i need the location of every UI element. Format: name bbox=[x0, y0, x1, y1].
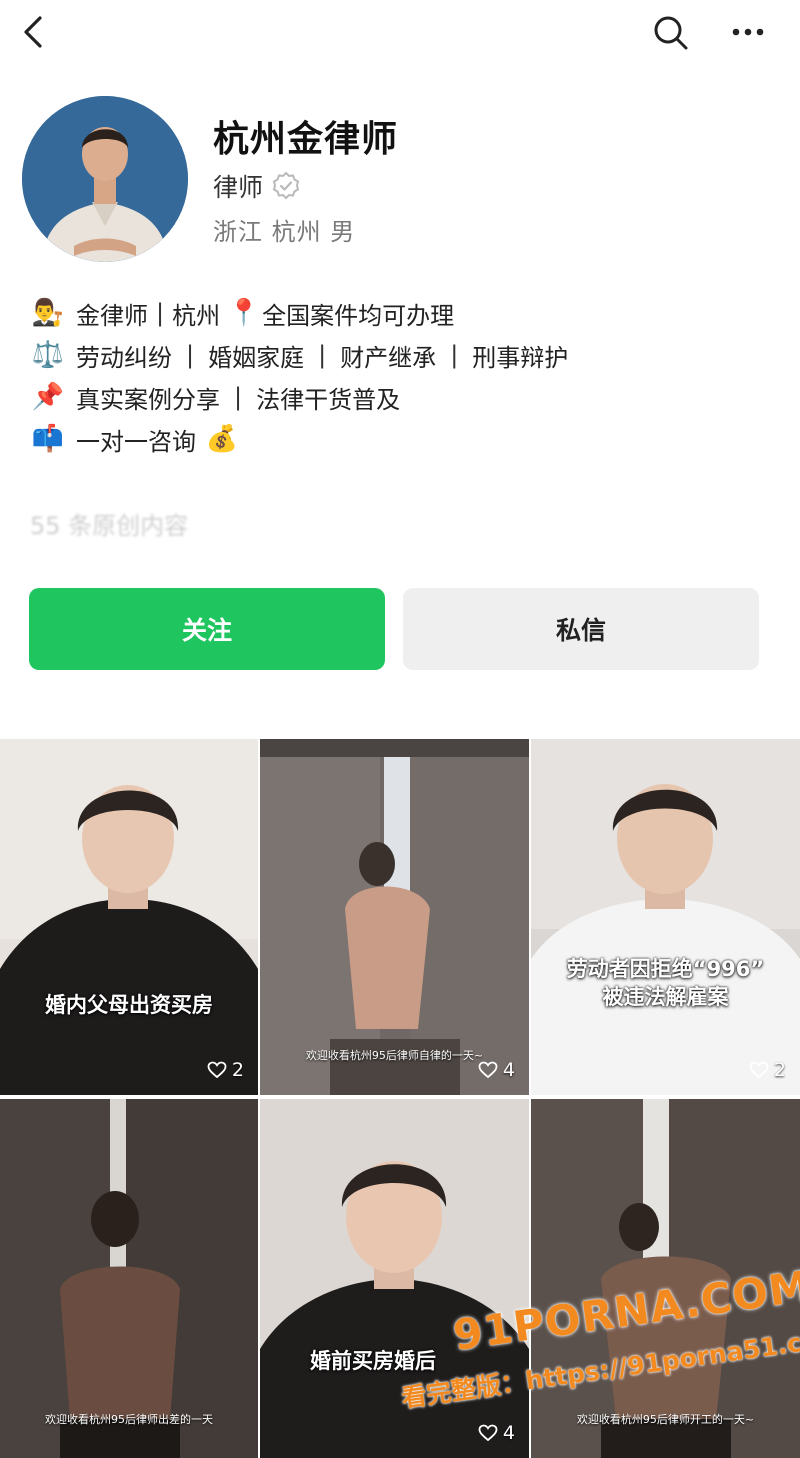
bio-text: 婚姻家庭 bbox=[208, 343, 305, 372]
like-count-value: 4 bbox=[502, 1059, 515, 1081]
profile-bio: 👨‍⚖️ 金律师 | 杭州 📍 全国案件均可办理 ⚖️ 劳动纠纷 | 婚姻家庭 … bbox=[30, 292, 770, 544]
heart-icon bbox=[478, 1424, 498, 1442]
bio-text: 法律干货普及 bbox=[256, 385, 401, 414]
video-tile[interactable]: 欢迎收看杭州95后律师开工的一天~ bbox=[531, 1099, 800, 1458]
profile-name: 杭州金律师 bbox=[213, 119, 399, 160]
profile-title: 律师 bbox=[213, 173, 264, 202]
heart-icon bbox=[749, 1061, 769, 1079]
bio-separator: | bbox=[186, 341, 195, 369]
video-caption: 劳动者因拒绝“996” 被违法解雇案 bbox=[531, 955, 800, 1011]
video-caption: 婚前买房婚后 bbox=[310, 1349, 436, 1373]
video-thumbnail bbox=[260, 1099, 529, 1458]
bio-line-3: 📌 真实案例分享 | 法律干货普及 bbox=[30, 376, 770, 418]
like-count-value: 2 bbox=[231, 1059, 244, 1081]
bio-separator: | bbox=[318, 341, 327, 369]
pushpin-emoji-icon: 📌 bbox=[31, 382, 65, 412]
bio-text: 金律师 bbox=[76, 301, 148, 330]
video-thumbnail bbox=[0, 1099, 258, 1458]
scales-emoji-icon: ⚖️ bbox=[31, 340, 65, 370]
mailbox-emoji-icon: 📫 bbox=[31, 424, 65, 454]
video-caption: 婚内父母出资买房 bbox=[45, 993, 213, 1017]
bio-text: 一对一咨询 bbox=[76, 427, 196, 456]
video-subcaption: 欢迎收看杭州95后律师出差的一天 bbox=[45, 1413, 213, 1426]
video-tile[interactable]: 欢迎收看杭州95后律师出差的一天 bbox=[0, 1099, 258, 1458]
bio-separator: | bbox=[156, 299, 165, 327]
like-count: 2 bbox=[207, 1059, 244, 1081]
bio-separator: | bbox=[450, 341, 459, 369]
like-count: 2 bbox=[749, 1059, 786, 1081]
bio-text: 真实案例分享 bbox=[76, 385, 220, 414]
bio-separator: | bbox=[234, 383, 243, 411]
bio-line-1: 👨‍⚖️ 金律师 | 杭州 📍 全国案件均可办理 bbox=[30, 292, 770, 334]
lawyer-emoji-icon: 👨‍⚖️ bbox=[31, 298, 65, 328]
bio-line-4: 📫 一对一咨询 💰 bbox=[30, 418, 770, 460]
follow-button[interactable]: 关注 bbox=[29, 588, 385, 670]
bio-spacer bbox=[30, 460, 770, 502]
avatar[interactable] bbox=[22, 96, 188, 262]
video-tile[interactable]: 婚内父母出资买房 2 bbox=[0, 739, 258, 1095]
bio-text: 劳动纠纷 bbox=[76, 343, 172, 372]
search-icon[interactable] bbox=[650, 12, 690, 52]
video-tile[interactable]: 劳动者因拒绝“996” 被违法解雇案 2 bbox=[531, 739, 800, 1095]
like-count: 4 bbox=[478, 1059, 515, 1081]
video-tile[interactable]: 婚前买房婚后 4 bbox=[260, 1099, 529, 1458]
like-count: 4 bbox=[478, 1422, 515, 1444]
bio-text: 杭州 bbox=[172, 301, 221, 330]
profile-location: 浙江 杭州 男 bbox=[213, 218, 356, 246]
video-caption-line: 劳动者因拒绝“996” bbox=[566, 957, 765, 981]
video-thumbnail bbox=[0, 739, 258, 1095]
message-button[interactable]: 私信 bbox=[403, 588, 759, 670]
money-bag-emoji-icon: 💰 bbox=[205, 424, 239, 454]
top-bar bbox=[0, 0, 800, 70]
more-horizontal-icon[interactable] bbox=[728, 12, 768, 52]
video-caption-line: 被违法解雇案 bbox=[602, 985, 729, 1009]
video-tile[interactable]: 欢迎收看杭州95后律师自律的一天~ 4 bbox=[260, 739, 529, 1095]
video-thumbnail bbox=[531, 1099, 800, 1458]
profile-title-row: 律师 bbox=[213, 166, 301, 206]
verified-badge-icon bbox=[271, 171, 301, 201]
like-count-value: 4 bbox=[502, 1422, 515, 1444]
video-grid: 婚内父母出资买房 2 欢迎收看杭州95后律师自律的一天~ 4 劳动者因拒绝“99… bbox=[0, 739, 800, 1458]
like-count-value: 2 bbox=[773, 1059, 786, 1081]
video-thumbnail bbox=[260, 739, 529, 1095]
heart-icon bbox=[207, 1061, 227, 1079]
bio-text: 全国案件均可办理 bbox=[262, 301, 455, 330]
bio-line-2: ⚖️ 劳动纠纷 | 婚姻家庭 | 财产继承 | 刑事辩护 bbox=[30, 334, 770, 376]
video-subcaption: 欢迎收看杭州95后律师开工的一天~ bbox=[576, 1413, 755, 1426]
bio-faded-line: 55 条原创内容 bbox=[30, 511, 189, 540]
video-thumbnail bbox=[531, 739, 800, 1095]
pin-emoji-icon: 📍 bbox=[227, 298, 261, 328]
heart-icon bbox=[478, 1061, 498, 1079]
bio-text: 刑事辩护 bbox=[472, 343, 569, 372]
bio-text: 财产继承 bbox=[340, 343, 437, 372]
chevron-left-icon[interactable] bbox=[16, 12, 52, 52]
